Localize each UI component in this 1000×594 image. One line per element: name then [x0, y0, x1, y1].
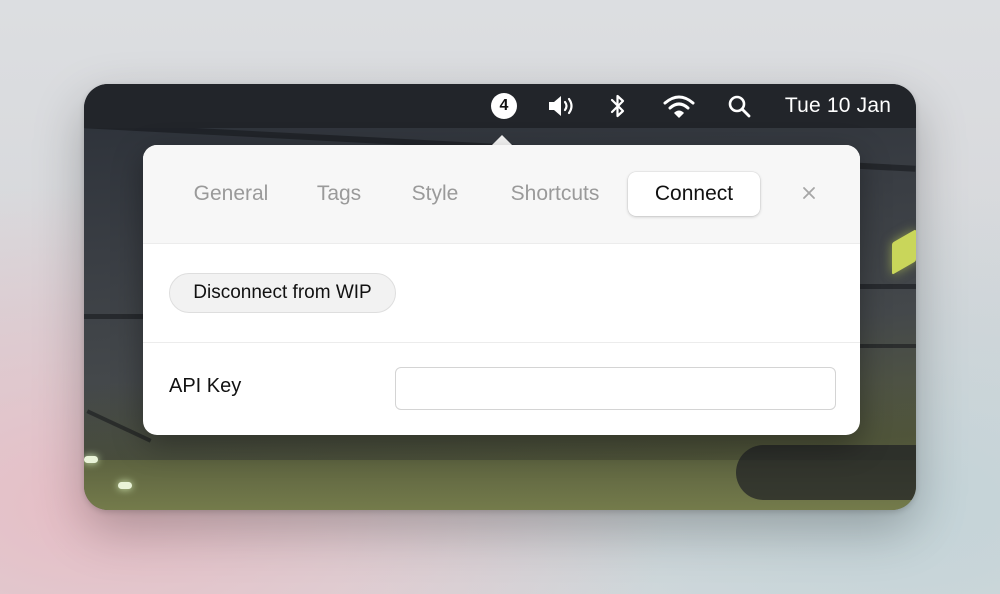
wifi-icon: [663, 95, 695, 118]
menu-bar-clock[interactable]: Tue 10 Jan: [780, 84, 896, 128]
close-button[interactable]: [797, 181, 821, 205]
search-menu-item[interactable]: [726, 84, 752, 128]
search-icon: [728, 95, 751, 118]
api-key-input[interactable]: [395, 367, 836, 410]
volume-menu-item[interactable]: [546, 84, 578, 128]
volume-icon: [549, 96, 573, 116]
tab-tags[interactable]: Tags: [299, 172, 379, 216]
wallpaper-beam: [84, 314, 144, 319]
settings-popover: General Tags Style Shortcuts Connect Dis…: [143, 145, 860, 435]
tab-style[interactable]: Style: [395, 172, 475, 216]
connection-section: Disconnect from WIP: [143, 244, 860, 343]
wallpaper-lamp: [892, 229, 916, 275]
bluetooth-icon: [610, 94, 625, 118]
tab-general[interactable]: General: [181, 172, 281, 216]
wallpaper-beam: [86, 409, 152, 443]
settings-tab-bar: General Tags Style Shortcuts Connect: [143, 145, 860, 244]
bluetooth-menu-item[interactable]: [606, 84, 630, 128]
notification-count-badge[interactable]: 4: [491, 93, 517, 119]
wallpaper-light: [118, 482, 132, 489]
wallpaper-beam: [860, 344, 916, 348]
api-key-label: API Key: [169, 375, 242, 397]
wallpaper-beam: [860, 284, 916, 289]
wallpaper-duct: [736, 445, 916, 500]
menu-bar: 4 Tue 10 Jan: [84, 84, 916, 128]
notification-badge-item[interactable]: 4: [489, 84, 519, 128]
disconnect-button[interactable]: Disconnect from WIP: [169, 273, 396, 313]
close-icon: [803, 187, 815, 199]
tab-shortcuts[interactable]: Shortcuts: [495, 172, 615, 216]
tab-connect[interactable]: Connect: [628, 172, 760, 216]
wifi-menu-item[interactable]: [662, 84, 696, 128]
wallpaper-light: [84, 456, 98, 463]
